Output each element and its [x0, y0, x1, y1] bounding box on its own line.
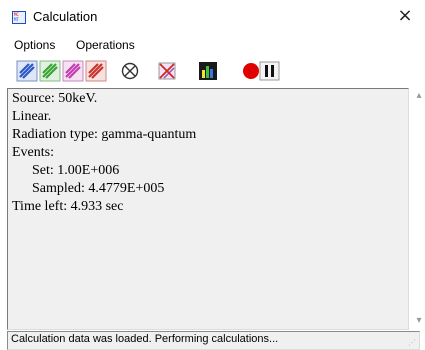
output-panel: Source: 50keV. Linear. Radiation type: g…: [7, 88, 409, 330]
app-icon: MC MT: [12, 11, 26, 24]
resize-grip-icon[interactable]: ⋰: [408, 338, 418, 348]
menu-options[interactable]: Options: [14, 38, 55, 52]
pause-icon: [259, 61, 280, 81]
blue-particles-icon: [16, 60, 38, 82]
cancel-circle-icon: [121, 62, 139, 80]
cancel-button[interactable]: [119, 60, 141, 82]
title-bar: MC MT Calculation ×: [0, 0, 425, 34]
source-line: Source: 50keV.: [12, 91, 98, 106]
window-title: Calculation: [33, 9, 98, 24]
green-particles-button[interactable]: [39, 60, 61, 82]
spectrum-button[interactable]: [197, 60, 219, 82]
scroll-up-arrow-icon[interactable]: ▴: [413, 90, 425, 101]
status-text: Calculation data was loaded. Performing …: [11, 333, 279, 345]
toolbar: [0, 58, 425, 88]
green-particles-icon: [39, 60, 61, 82]
clear-tracks-icon: [158, 62, 176, 80]
events-label: Events:: [12, 145, 54, 160]
blue-particles-button[interactable]: [16, 60, 38, 82]
pause-button[interactable]: [259, 60, 281, 82]
time-left-line: Time left: 4.933 sec: [12, 199, 124, 214]
red-particles-button[interactable]: [85, 60, 107, 82]
magenta-particles-icon: [62, 60, 84, 82]
radiation-line: Radiation type: gamma-quantum: [12, 127, 197, 142]
events-set: Set: 1.00E+006: [32, 163, 120, 178]
magenta-particles-button[interactable]: [62, 60, 84, 82]
status-bar: Calculation data was loaded. Performing …: [7, 331, 420, 350]
menu-operations[interactable]: Operations: [76, 38, 135, 52]
red-particles-icon: [85, 60, 107, 82]
mode-line: Linear.: [12, 109, 52, 124]
scroll-down-arrow-icon[interactable]: ▾: [413, 315, 425, 326]
spectrum-chart-icon: [199, 62, 217, 80]
events-sampled: Sampled: 4.4779E+005: [32, 181, 165, 196]
clear-tracks-button[interactable]: [156, 60, 178, 82]
close-button[interactable]: ×: [385, 0, 425, 30]
